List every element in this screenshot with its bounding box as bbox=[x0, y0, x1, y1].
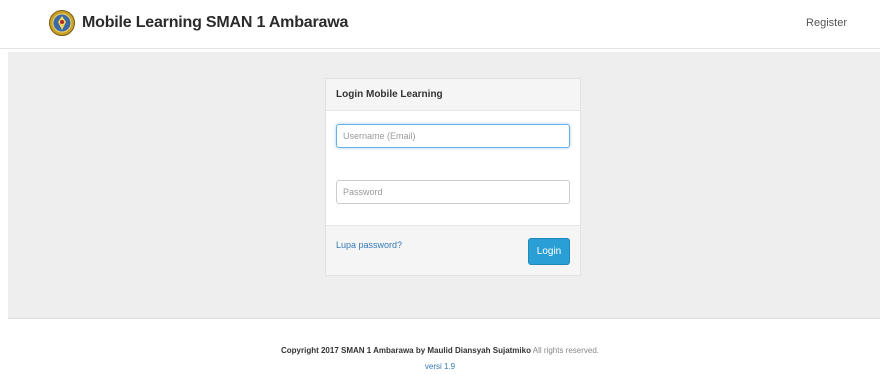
footer-copyright: Copyright 2017 SMAN 1 Ambarawa by Maulid… bbox=[0, 346, 880, 355]
login-button[interactable]: Login bbox=[528, 238, 570, 265]
register-link[interactable]: Register bbox=[806, 17, 847, 29]
school-emblem-icon bbox=[49, 10, 75, 36]
forgot-password-link[interactable]: Lupa password? bbox=[336, 240, 402, 250]
brand[interactable]: Mobile Learning SMAN 1 Ambarawa bbox=[49, 10, 348, 36]
rights-text: All rights reserved. bbox=[530, 346, 600, 355]
top-navbar: Mobile Learning SMAN 1 Ambarawa Register bbox=[0, 0, 880, 49]
password-input[interactable] bbox=[336, 180, 570, 204]
version-label: versi 1.9 bbox=[424, 362, 456, 371]
copyright-text: Copyright 2017 SMAN 1 Ambarawa by Maulid… bbox=[280, 346, 531, 355]
brand-title: Mobile Learning SMAN 1 Ambarawa bbox=[82, 14, 349, 31]
login-panel-heading: Login Mobile Learning bbox=[326, 79, 580, 111]
login-panel: Login Mobile Learning Lupa password? Log… bbox=[325, 78, 581, 276]
username-input[interactable] bbox=[336, 124, 570, 148]
login-panel-footer: Lupa password? Login bbox=[326, 226, 580, 275]
